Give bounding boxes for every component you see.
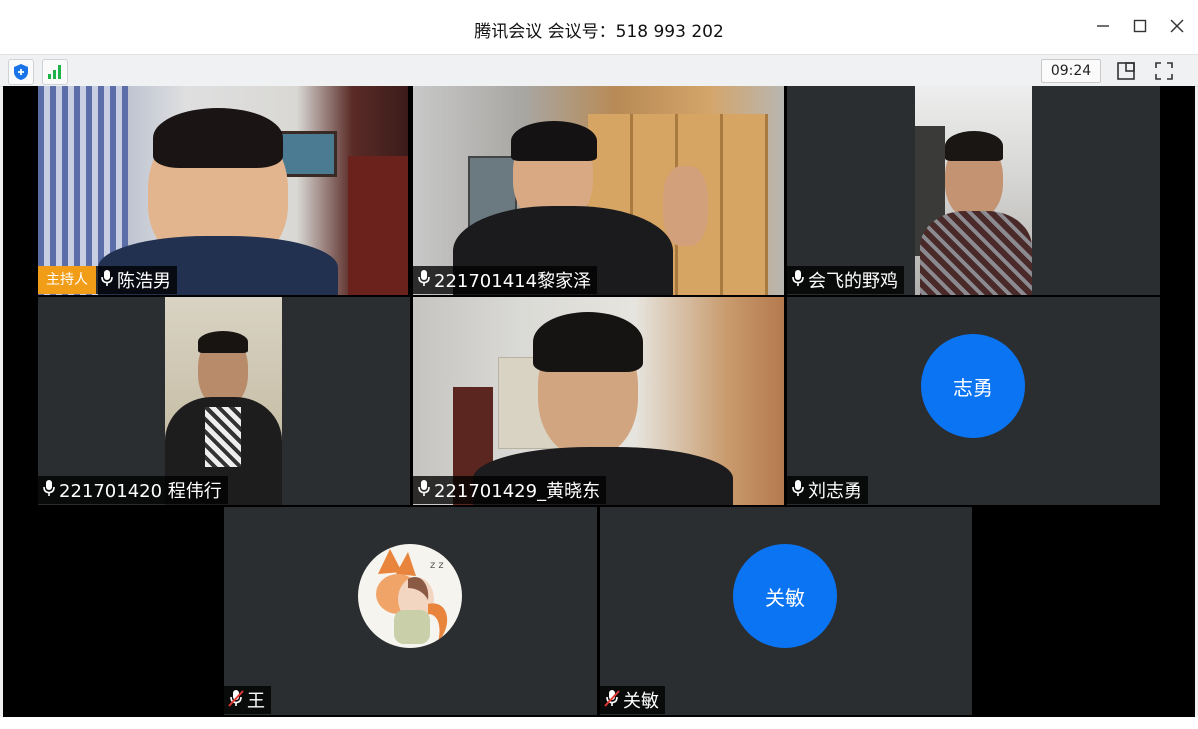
participant-name-tag: 221701429_黄晓东: [413, 476, 607, 504]
close-icon[interactable]: [1165, 14, 1189, 38]
participant-name: 221701429_黄晓东: [434, 481, 601, 502]
avatar: 志勇: [921, 334, 1025, 438]
participant-name-tag: 关敏: [600, 686, 665, 714]
minimize-icon[interactable]: [1091, 14, 1115, 38]
mic-on-icon: [42, 479, 59, 502]
participant-name: 221701420 程伟行: [59, 481, 222, 502]
participant-name-tag: 会飞的野鸡: [787, 266, 904, 294]
avatar: 关敏: [733, 544, 837, 648]
title-bar: 腾讯会议 会议号：518 993 202: [0, 0, 1198, 54]
mic-on-icon: [417, 269, 434, 292]
participant-name-tag: 刘志勇: [787, 476, 868, 504]
mic-on-icon: [417, 479, 434, 502]
participant-name: 刘志勇: [808, 481, 862, 502]
video-feed: [915, 86, 1032, 295]
video-tile[interactable]: 主持人 陈浩男: [38, 86, 408, 295]
video-grid: 主持人 陈浩男 221701414黎家泽 会飞的野鸡 221701420 程伟行…: [3, 86, 1195, 717]
avatar-image: z z: [358, 544, 462, 648]
shield-icon[interactable]: [8, 59, 34, 85]
video-feed: [413, 297, 784, 505]
video-feed: [413, 86, 784, 295]
video-tile[interactable]: 会飞的野鸡: [787, 86, 1160, 295]
mic-muted-icon: [604, 689, 623, 712]
window-title: 腾讯会议 会议号：518 993 202: [474, 22, 724, 42]
video-tile[interactable]: 221701414黎家泽: [413, 86, 784, 295]
layout-icon[interactable]: [1114, 59, 1138, 83]
participant-name: 陈浩男: [117, 271, 171, 292]
video-feed: [38, 86, 408, 295]
participant-name-tag: 221701414黎家泽: [413, 266, 598, 294]
participant-name-tag: 主持人 陈浩男: [38, 266, 177, 294]
window-bottom-edge: [0, 717, 1198, 729]
host-badge: 主持人: [38, 266, 96, 294]
mic-on-icon: [791, 269, 808, 292]
video-feed: [165, 297, 282, 505]
video-tile[interactable]: 志勇 刘志勇: [787, 297, 1160, 505]
signal-icon[interactable]: [42, 59, 68, 85]
maximize-icon[interactable]: [1128, 14, 1152, 38]
video-tile[interactable]: 221701429_黄晓东: [413, 297, 784, 505]
meeting-toolbar: 09:24: [0, 54, 1198, 87]
video-tile[interactable]: z z 王: [224, 507, 597, 715]
participant-name-tag: 王: [224, 686, 271, 714]
meeting-duration: 09:24: [1041, 59, 1101, 83]
participant-name: 关敏: [623, 691, 659, 712]
video-tile[interactable]: 关敏 关敏: [600, 507, 972, 715]
mic-muted-icon: [228, 689, 247, 712]
video-tile[interactable]: 221701420 程伟行: [38, 297, 410, 505]
mic-on-icon: [791, 479, 808, 502]
participant-name: 会飞的野鸡: [808, 271, 898, 292]
participant-name: 王: [247, 691, 265, 712]
fullscreen-icon[interactable]: [1152, 59, 1176, 83]
participant-name-tag: 221701420 程伟行: [38, 476, 228, 504]
participant-name: 221701414黎家泽: [434, 271, 592, 292]
svg-text:z z: z z: [430, 560, 444, 571]
mic-on-icon: [100, 269, 117, 292]
